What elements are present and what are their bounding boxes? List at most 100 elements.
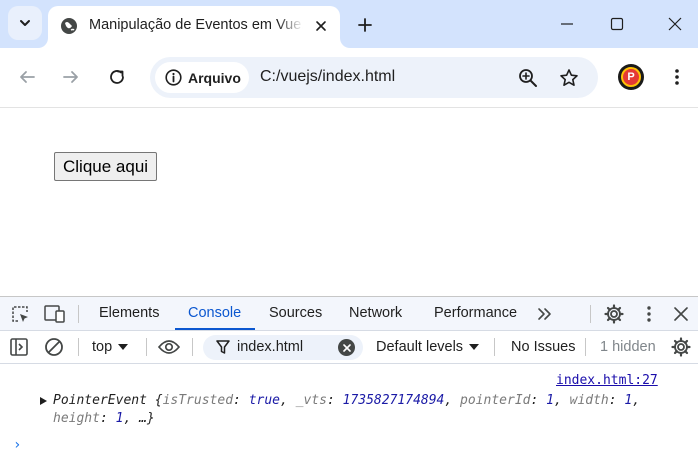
toolbar-divider [192,338,193,356]
address-bar[interactable]: Arquivo C:/vuejs/index.html [150,57,598,98]
reload-button[interactable] [102,62,132,92]
url-text[interactable]: C:/vuejs/index.html [260,68,395,86]
more-vertical-icon [675,69,679,85]
toolbar-divider [590,305,591,323]
plus-icon [358,18,372,32]
log-prop-key: width [569,393,609,408]
console-prompt-icon[interactable]: › [13,437,21,453]
device-icon [44,305,65,323]
tab-performance[interactable]: Performance [434,305,517,321]
log-comma: , [444,393,461,408]
star-icon [560,69,578,86]
close-devtools-button[interactable] [670,303,692,325]
console-output: index.html:27 PointerEvent {isTrusted: t… [0,365,698,467]
tab-sources[interactable]: Sources [269,305,322,321]
active-tab-indicator [175,328,255,330]
log-prop-value: 1 [546,393,554,408]
toolbar-divider [585,338,586,356]
maximize-icon [610,17,624,31]
log-colon: : [99,411,116,426]
filter-icon [216,340,230,354]
browser-toolbar: Arquivo C:/vuejs/index.html P [0,48,698,108]
tab-strip: Manipulação de Eventos em Vue.js [0,0,698,48]
toggle-sidebar-button[interactable] [8,336,30,358]
tab-close-button[interactable] [310,15,332,37]
source-location-link[interactable]: index.html:27 [556,373,658,388]
log-prop-key: isTrusted [162,393,234,408]
sidebar-icon [10,338,28,356]
minimize-icon [561,23,573,25]
close-icon [342,343,351,352]
log-class-name: PointerEvent { [53,393,163,408]
log-prop-key: _vts [295,393,327,408]
maximize-button[interactable] [598,8,636,40]
browser-tab-active[interactable]: Manipulação de Eventos em Vue.js [48,6,340,48]
zoom-button[interactable] [516,66,540,90]
console-message-text: PointerEvent {isTrusted: true, _vts: 173… [40,392,680,428]
log-colon: : [233,393,249,408]
arrow-right-icon [63,71,78,83]
console-filter-value: index.html [237,339,304,355]
clear-console-button[interactable] [43,336,65,358]
click-here-button[interactable]: Clique aqui [54,152,158,181]
tab-elements[interactable]: Elements [99,305,159,321]
tab-search-button[interactable] [8,6,42,40]
log-comma: , [280,393,296,408]
context-selector[interactable]: top [92,339,129,355]
site-info-label: Arquivo [188,69,241,86]
back-button[interactable] [12,62,42,92]
tab-console[interactable]: Console [188,305,241,321]
log-comma: , [632,393,641,408]
caret-down-icon [118,344,129,350]
log-ellipsis: …} [139,411,155,426]
gear-icon [604,304,624,324]
tab-title: Manipulação de Eventos em Vue.js [89,17,303,33]
device-toolbar-button[interactable] [44,303,66,325]
block-icon [45,338,63,356]
log-levels-dropdown[interactable]: Default levels [376,339,480,355]
devtools-tab-bar: Elements Console Sources Network Perform… [0,297,698,331]
minimize-button[interactable] [548,8,586,40]
more-tabs-button[interactable] [534,303,556,325]
clear-filter-button[interactable] [338,339,355,356]
browser-menu-button[interactable] [664,64,690,90]
toolbar-divider [494,338,495,356]
console-settings-button[interactable] [670,336,692,358]
context-selector-label: top [92,339,113,355]
close-icon [674,307,688,321]
forward-button[interactable] [56,62,86,92]
tab-network[interactable]: Network [349,305,402,321]
log-prop-key: pointerId [460,393,531,408]
console-filter-input[interactable]: index.html [203,335,363,360]
log-colon: : [608,393,625,408]
hidden-messages-count: 1 hidden [600,339,656,355]
profile-avatar[interactable]: P [618,64,644,90]
log-comma: , [123,411,140,426]
more-vertical-icon [647,306,651,322]
log-comma: , [553,393,570,408]
toolbar-divider [78,338,79,356]
live-expression-button[interactable] [158,336,180,358]
issues-counter[interactable]: No Issues [511,339,575,355]
log-levels-label: Default levels [376,339,464,355]
devtools-panel: Elements Console Sources Network Perform… [0,296,698,467]
close-icon [668,17,682,31]
eye-icon [158,340,180,354]
devtools-menu-button[interactable] [638,303,660,325]
caret-down-icon [469,344,480,350]
close-window-button[interactable] [656,8,694,40]
double-chevron-right-icon [538,308,551,320]
inspect-element-button[interactable] [9,303,31,325]
log-prop-value: true [248,393,280,408]
console-message[interactable]: PointerEvent {isTrusted: true, _vts: 173… [40,392,680,428]
arrow-left-icon [20,71,35,83]
page-viewport: Clique aqui [0,109,698,296]
new-tab-button[interactable] [352,12,378,38]
zoom-in-icon [519,69,537,87]
site-info-chip[interactable]: Arquivo [155,62,249,93]
devtools-settings-button[interactable] [603,303,625,325]
profile-avatar-letter: P [621,67,641,87]
info-icon [165,69,182,86]
log-prop-key: height [53,411,100,426]
bookmark-button[interactable] [557,66,581,90]
